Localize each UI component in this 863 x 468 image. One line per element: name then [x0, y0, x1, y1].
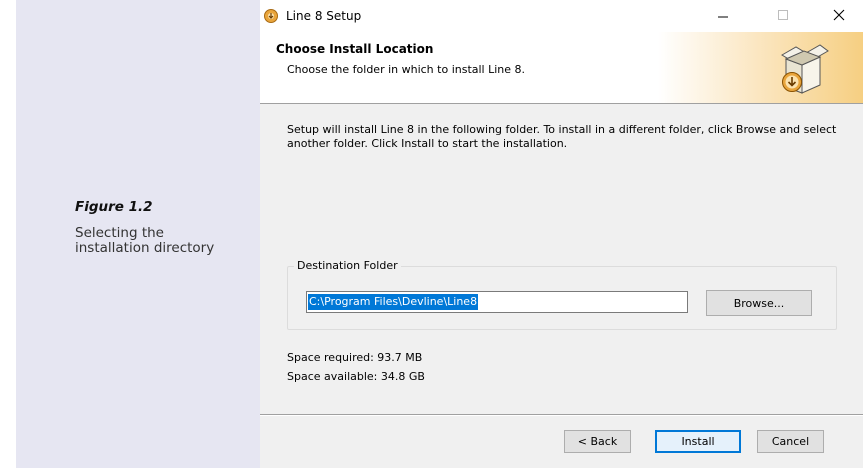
figure-description: Selecting the installation directory: [75, 225, 215, 256]
browse-button-label: Browse...: [733, 296, 785, 310]
destination-folder-group: Destination Folder C:\Program Files\Devl…: [287, 259, 837, 330]
close-button[interactable]: [816, 4, 862, 30]
page: Figure 1.2 Selecting the installation di…: [0, 0, 863, 468]
install-button-label: Install: [681, 435, 715, 448]
maximize-icon: [777, 8, 789, 26]
installer-disc-icon: [264, 9, 278, 23]
cancel-button-label: Cancel: [771, 435, 810, 448]
footer-divider: [260, 414, 863, 416]
page-subtitle: Choose the folder in which to install Li…: [287, 63, 526, 76]
destination-path-input[interactable]: C:\Program Files\Devline\Line8: [306, 291, 688, 313]
browse-button[interactable]: Browse...: [706, 290, 812, 316]
cancel-button[interactable]: Cancel: [757, 430, 824, 453]
back-button[interactable]: < Back: [564, 430, 631, 453]
back-button-label: < Back: [577, 435, 618, 448]
header-band: Choose Install Location Choose the folde…: [260, 32, 863, 104]
minimize-icon: [717, 8, 729, 26]
page-title: Choose Install Location: [276, 42, 434, 56]
title-bar[interactable]: Line 8 Setup: [260, 0, 863, 32]
window-title: Line 8 Setup: [286, 9, 362, 23]
space-required-text: Space required: 93.7 MB: [287, 351, 423, 364]
destination-path-value: C:\Program Files\Devline\Line8: [308, 294, 479, 310]
space-available-text: Space available: 34.8 GB: [287, 370, 425, 383]
maximize-button[interactable]: [760, 4, 806, 30]
intro-text: Setup will install Line 8 in the followi…: [287, 123, 837, 150]
install-box-icon: [772, 37, 832, 99]
figure-label: Figure 1.2: [75, 199, 153, 215]
setup-window: Line 8 Setup Choose Install Location Cho…: [260, 0, 863, 468]
close-icon: [833, 8, 845, 26]
dialog-body: Setup will install Line 8 in the followi…: [260, 104, 863, 468]
destination-folder-label: Destination Folder: [294, 259, 401, 272]
minimize-button[interactable]: [700, 4, 746, 30]
install-button[interactable]: Install: [655, 430, 741, 453]
